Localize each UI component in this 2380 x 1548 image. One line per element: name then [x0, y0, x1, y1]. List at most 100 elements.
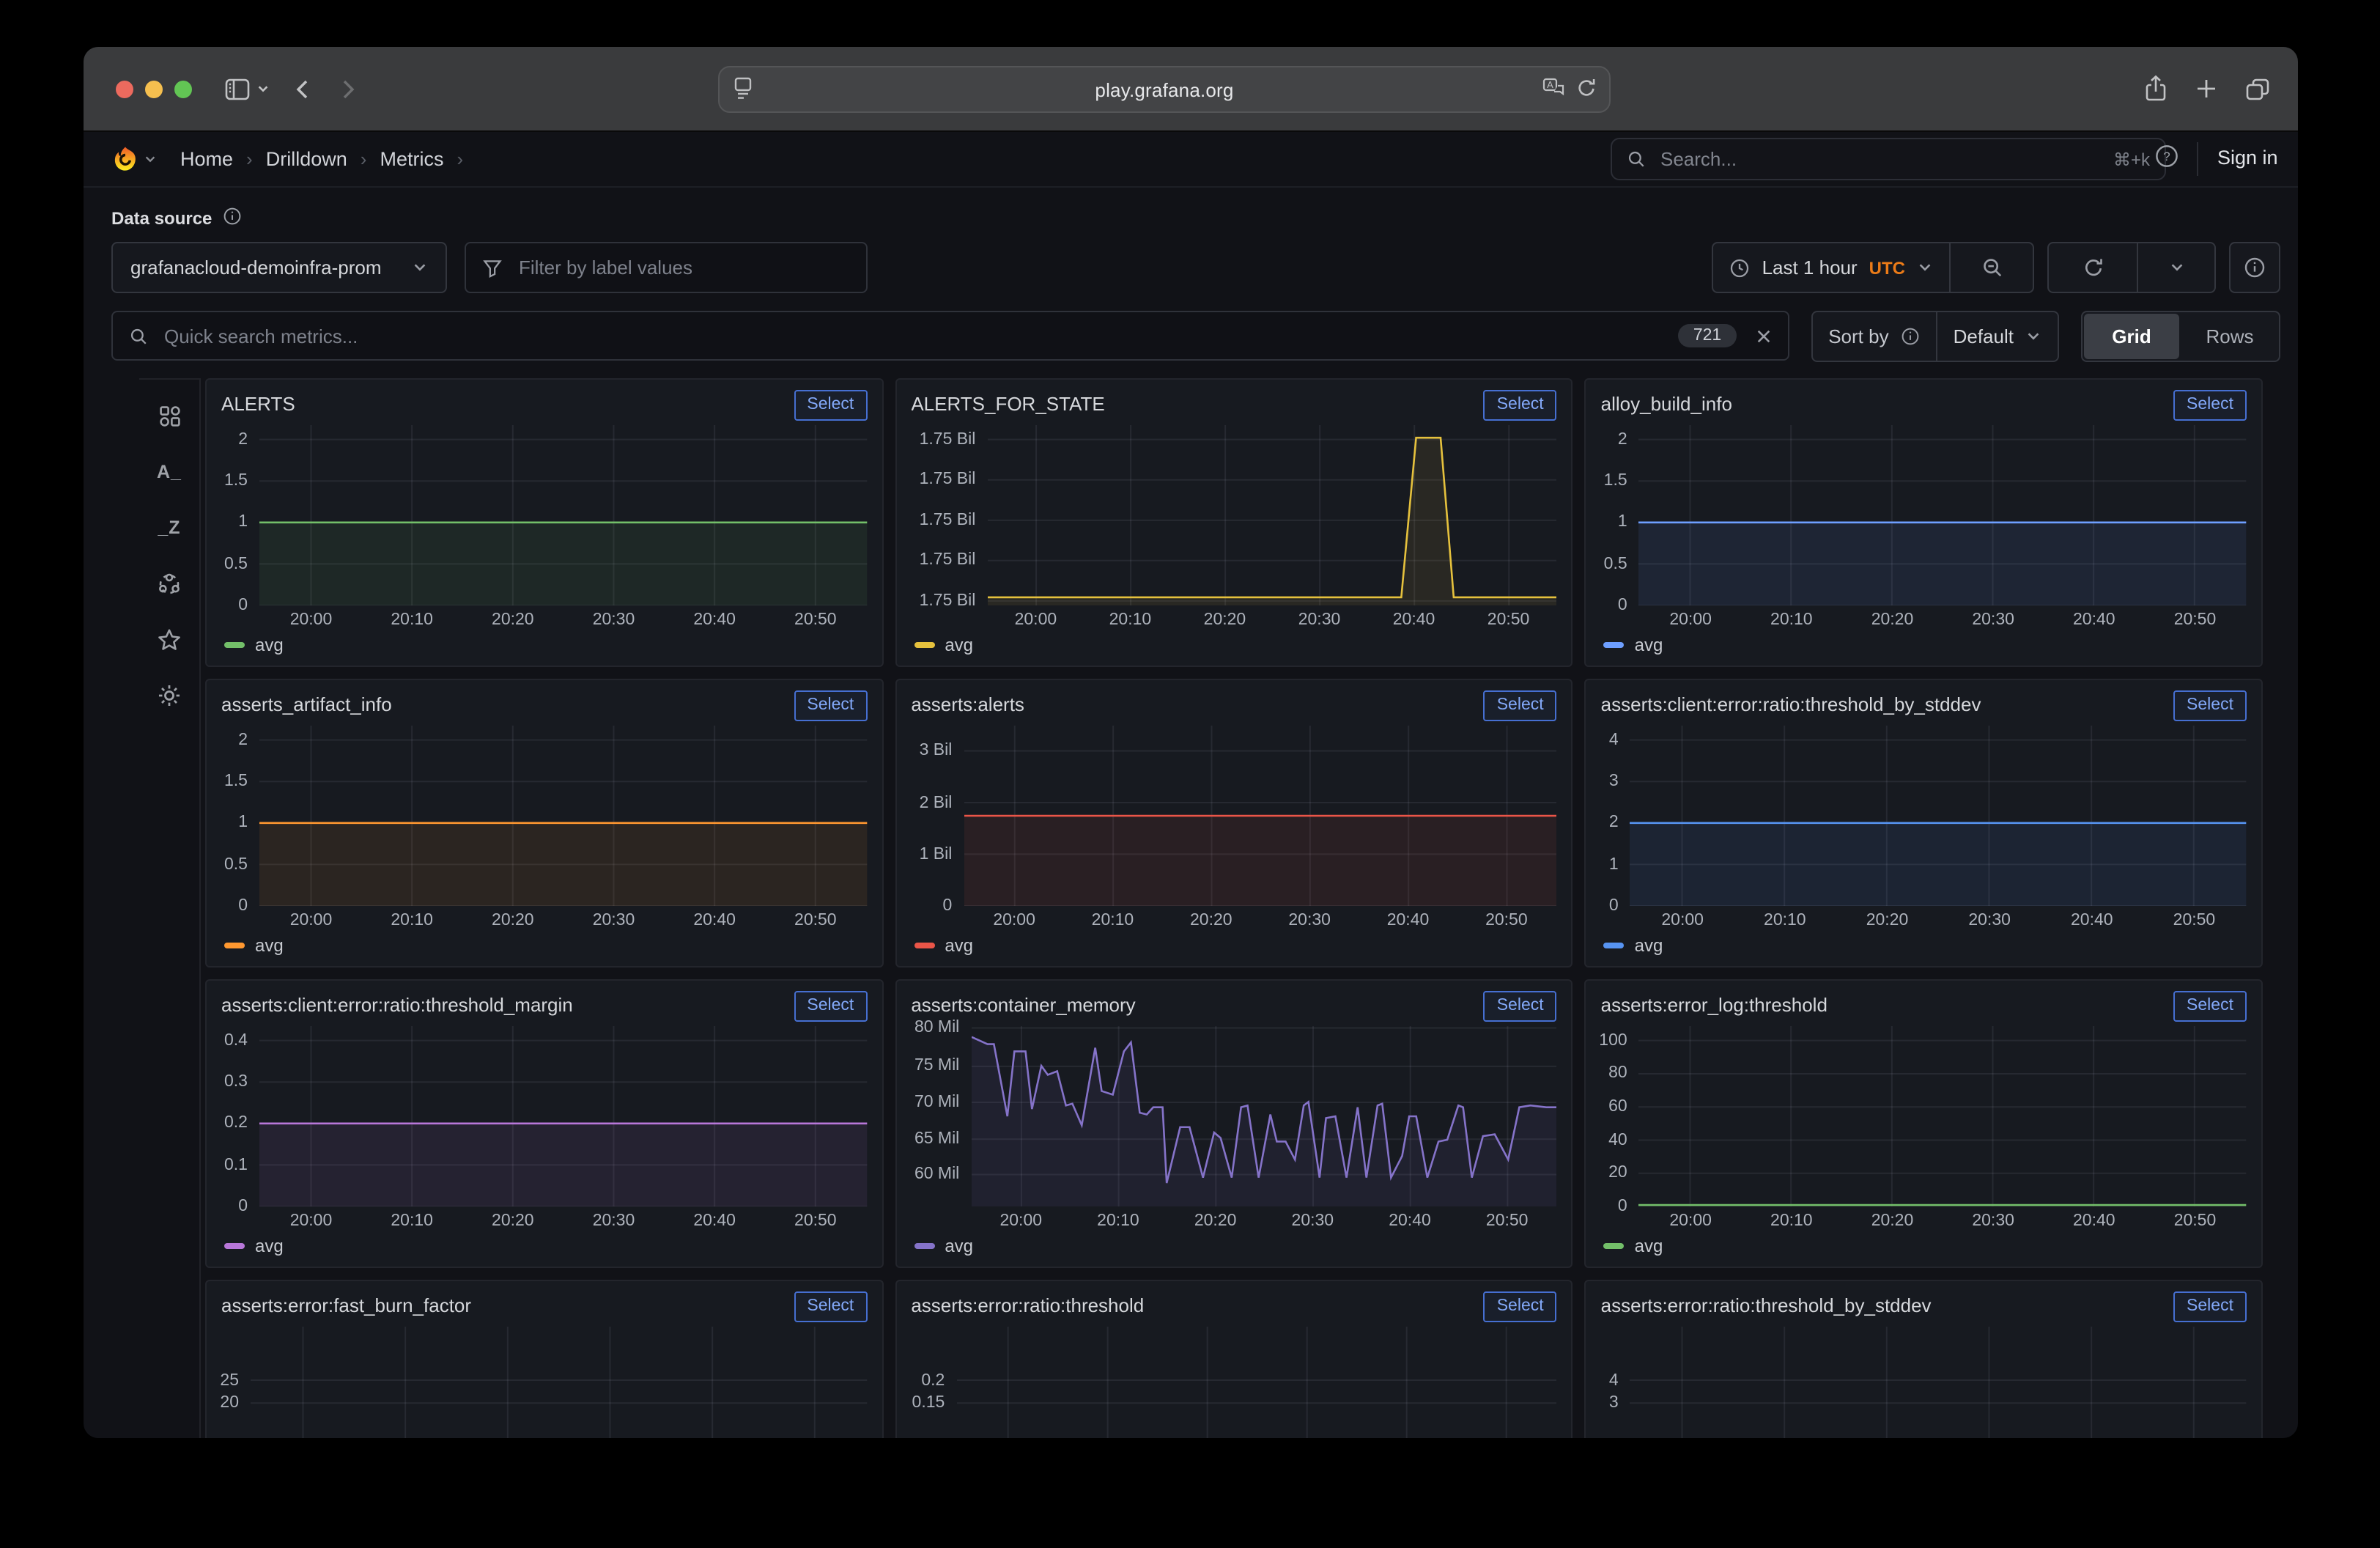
y-tick-label: 1.75 Bil — [920, 471, 976, 489]
plot-area[interactable] — [259, 726, 867, 906]
back-button[interactable] — [293, 77, 312, 100]
info-icon[interactable] — [222, 207, 241, 230]
grafana-logo[interactable] — [111, 145, 139, 173]
legend-label[interactable]: avg — [945, 1236, 973, 1256]
y-tick-label: 100 — [1599, 1032, 1627, 1050]
y-tick-label: 0 — [1618, 597, 1627, 614]
x-axis: 20:0020:1020:2020:3020:4020:50 — [1639, 1206, 2247, 1233]
global-search-box[interactable]: ⌘+k — [1611, 138, 2166, 180]
group-view-icon[interactable] — [139, 388, 199, 444]
info-icon[interactable] — [1901, 326, 1920, 345]
refresh-button[interactable] — [2049, 243, 2137, 292]
global-search-input[interactable] — [1658, 147, 2102, 172]
sort-by-label-segment: Sort by — [1812, 312, 1935, 360]
sidebar-chevron-icon[interactable] — [256, 82, 270, 95]
sort-za-icon[interactable]: _Z — [139, 500, 199, 556]
label-filter-input[interactable] — [465, 242, 868, 293]
panel-title: asserts:error:ratio:threshold_by_stddev — [1601, 1291, 2173, 1316]
zoom-out-time-button[interactable] — [1949, 243, 2033, 292]
metrics-panel-grid: ALERTS Select 21.510.50 20:0020:1020:202… — [205, 378, 2263, 1438]
info-button[interactable] — [2229, 242, 2280, 293]
minimize-window-button[interactable] — [145, 80, 163, 97]
plot-area[interactable] — [259, 425, 867, 605]
time-range-button[interactable]: Last 1 hour UTC — [1714, 243, 1949, 292]
clear-search-icon[interactable] — [1755, 328, 1771, 344]
legend-label[interactable]: avg — [1635, 635, 1663, 655]
plot-area[interactable] — [987, 425, 1556, 605]
legend-label[interactable]: avg — [255, 1236, 284, 1256]
panel-select-button[interactable]: Select — [794, 991, 867, 1022]
quick-search-box[interactable]: 721 — [111, 311, 1789, 361]
plot-area[interactable] — [1630, 726, 2247, 906]
panel-select-button[interactable]: Select — [794, 690, 867, 721]
tab-overview-icon[interactable] — [2245, 77, 2270, 100]
new-tab-icon[interactable] — [2195, 78, 2217, 100]
cluster-icon[interactable] — [139, 556, 199, 611]
panel-select-button[interactable]: Select — [794, 390, 867, 421]
plot-area[interactable] — [971, 1026, 1556, 1206]
help-icon[interactable]: ? — [2154, 144, 2179, 176]
legend-label[interactable]: avg — [945, 635, 973, 655]
y-tick-label: 2 — [238, 731, 248, 749]
forward-button[interactable] — [339, 77, 358, 100]
legend-label[interactable]: avg — [1635, 935, 1663, 956]
x-tick-label: 20:50 — [2173, 912, 2216, 929]
sort-value-dropdown[interactable]: Default — [1936, 312, 2058, 360]
org-switcher-chevron-icon[interactable] — [144, 146, 157, 172]
panel-select-button[interactable]: Select — [794, 1291, 867, 1322]
url-text: play.grafana.org — [720, 78, 1609, 100]
y-axis: 0.20.15 — [911, 1327, 956, 1438]
quick-search-input[interactable] — [161, 323, 1666, 348]
gear-icon[interactable] — [139, 667, 199, 723]
panel-select-button[interactable]: Select — [1484, 991, 1557, 1022]
chevron-down-icon — [1917, 259, 1933, 276]
panel-select-button[interactable]: Select — [2173, 390, 2247, 421]
y-axis: 3 Bil2 Bil1 Bil0 — [911, 726, 964, 906]
panel-select-button[interactable]: Select — [1484, 690, 1557, 721]
refresh-interval-dropdown[interactable] — [2137, 243, 2214, 292]
breadcrumb-metrics[interactable]: Metrics — [380, 148, 443, 170]
breadcrumb-drilldown[interactable]: Drilldown — [266, 148, 347, 170]
plot-area[interactable] — [259, 1026, 867, 1206]
search-shortcut-hint: ⌘+k — [2113, 149, 2150, 169]
plot-area[interactable] — [964, 726, 1556, 906]
plot-area[interactable] — [1630, 1327, 2247, 1438]
share-icon[interactable] — [2144, 75, 2168, 103]
sign-in-link[interactable]: Sign in — [2217, 147, 2278, 169]
legend-label[interactable]: avg — [945, 935, 973, 956]
y-axis: 21.510.50 — [221, 425, 259, 605]
x-tick-label: 20:30 — [593, 912, 635, 929]
plot-area[interactable] — [1639, 1026, 2247, 1206]
chevron-down-icon — [412, 259, 428, 276]
close-window-button[interactable] — [116, 80, 133, 97]
page-format-icon[interactable] — [733, 76, 753, 108]
panel-select-button[interactable]: Select — [1484, 1291, 1557, 1322]
x-tick-label: 20:20 — [492, 611, 534, 629]
plot-area[interactable] — [956, 1327, 1556, 1438]
plot-area[interactable] — [251, 1327, 867, 1438]
view-rows-button[interactable]: Rows — [2182, 313, 2277, 358]
panel-select-button[interactable]: Select — [2173, 991, 2247, 1022]
label-filter-field[interactable] — [516, 255, 850, 280]
legend-label[interactable]: avg — [255, 635, 284, 655]
x-tick-label: 20:40 — [1387, 912, 1430, 929]
view-grid-button[interactable]: Grid — [2084, 313, 2179, 358]
y-tick-label: 20 — [1608, 1165, 1627, 1182]
legend-label[interactable]: avg — [255, 935, 284, 956]
sort-az-icon[interactable]: A_ — [139, 444, 199, 500]
panel-select-button[interactable]: Select — [2173, 690, 2247, 721]
address-bar[interactable]: play.grafana.org A — [718, 66, 1611, 113]
plot-area[interactable] — [1639, 425, 2247, 605]
star-icon[interactable] — [139, 611, 199, 667]
legend-label[interactable]: avg — [1635, 1236, 1663, 1256]
panel-select-button[interactable]: Select — [2173, 1291, 2247, 1322]
panel-select-button[interactable]: Select — [1484, 390, 1557, 421]
y-axis: 2520 — [221, 1327, 251, 1438]
search-icon — [129, 326, 148, 345]
zoom-window-button[interactable] — [174, 80, 192, 97]
reload-icon[interactable] — [1575, 76, 1597, 107]
sidebar-toggle-icon[interactable] — [224, 77, 251, 100]
breadcrumb-home[interactable]: Home — [180, 148, 233, 170]
datasource-select[interactable]: grafanacloud-demoinfra-prom — [111, 242, 447, 293]
translate-icon[interactable]: A — [1542, 76, 1565, 107]
